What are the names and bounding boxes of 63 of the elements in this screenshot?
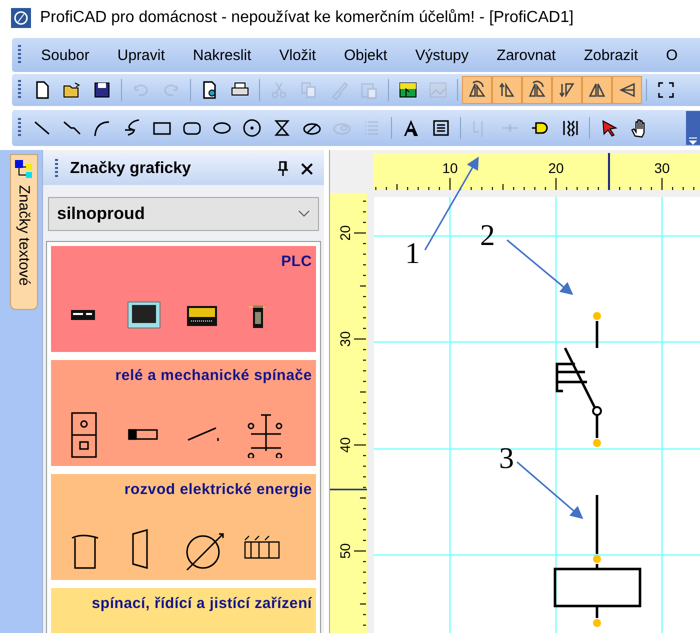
menu-item[interactable]: Soubor [27,42,104,68]
annotation-number: 3 [499,442,514,475]
text-box-icon [431,118,451,138]
mirror-icon [617,80,637,100]
toolbar-overflow-button[interactable] [686,111,700,145]
chevron-down-icon [298,210,310,218]
annotation-number: 2 [480,219,495,252]
ruler-label: 50 [337,543,353,559]
scissors-icon [269,80,289,100]
ruler-label: 20 [337,225,353,241]
menu-item[interactable]: Objekt [330,42,402,68]
menu-item[interactable]: Výstupy [401,42,483,68]
menu-item[interactable]: Upravit [103,42,179,68]
annotation-arrow [516,461,584,520]
annotation-arrow [506,239,574,296]
menu-item[interactable]: Zarovnat [482,42,570,68]
side-tab-label: Značky textové [16,185,32,286]
close-icon [301,163,313,175]
menu-item[interactable]: O [652,42,692,68]
category-title: rozvod elektrické energie [123,480,312,500]
wire[interactable] [596,495,598,554]
orientation-button[interactable] [552,76,582,104]
image-icon [428,80,448,100]
menu-item[interactable]: Zobrazit [570,42,652,68]
ruler-label: 40 [337,437,353,453]
hierarchy-icon [14,159,34,179]
text-icon [401,118,421,138]
save-icon [92,80,112,100]
window-title: ProfiCAD pro domácnost - nepoužívat ke komerčním účelům! - [ProfiCAD1] [40,9,574,27]
flip-icon [497,80,517,100]
curve-icon [122,118,142,138]
category-title: relé a mechanické spínače [114,366,312,386]
orientation-button[interactable] [462,76,492,104]
ruler-label: 30 [654,160,670,176]
folder-icon [62,80,82,100]
side-tab[interactable]: Značky textové [10,154,38,310]
brush-icon [329,80,349,100]
ruler-label: 10 [442,160,458,176]
hourglass-icon [272,118,292,138]
category-title: spínací, řídící a jistící zařízení [90,594,312,614]
pin-icon [277,161,289,177]
copy-icon [299,80,319,100]
rotate-icon [467,80,487,100]
library-dropdown[interactable]: silnoproud [48,197,319,231]
circle-icon [242,118,262,138]
category-title: PLC [280,252,312,272]
ruler-label: 30 [337,331,353,347]
rotate-icon [527,80,547,100]
image-icon [398,80,418,100]
ruler-label: 20 [548,160,564,176]
menu-item[interactable]: Nakreslit [178,42,266,68]
annotation-number: 1 [405,237,420,270]
panel-title: Značky graficky [70,160,192,178]
push-button-switch-symbol[interactable] [556,320,602,440]
app-logo-icon [10,7,32,29]
coil-symbol[interactable] [554,562,642,620]
orientation-button[interactable] [612,76,642,104]
orientation-button[interactable] [492,76,522,104]
orientation-button[interactable] [522,76,552,104]
frame-icon [656,80,676,100]
menu-item[interactable]: Vložit [265,42,330,68]
dropdown-value: silnoproud [57,204,146,224]
orientation-button[interactable] [582,76,612,104]
